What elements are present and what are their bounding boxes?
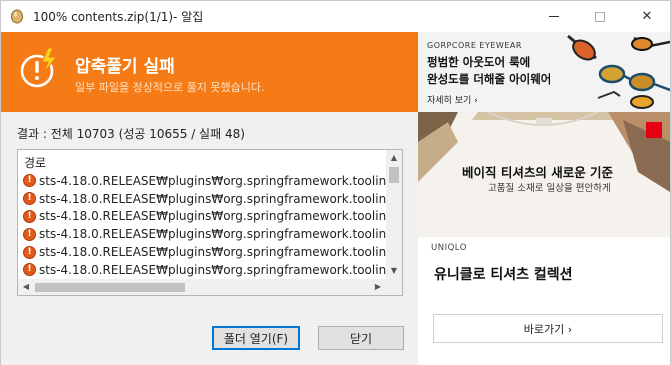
header-title: 압축풀기 실패 [75,57,175,77]
ad-go-button[interactable]: 바로가기 › [433,314,663,343]
minimize-icon [549,16,559,17]
error-icon: ! [23,174,36,188]
list-item[interactable]: ! sts-4.18.0.RELEASE₩plugins₩org.springf… [18,261,388,279]
error-icon: ! [23,192,36,206]
result-panel: 결과 : 전체 10703 (성공 10655 / 실패 48) 경로 ! st… [1,112,418,365]
ad-more-link[interactable]: 자세히 보기 › [427,93,478,106]
error-icon: ! [23,227,36,241]
result-summary: 결과 : 전체 10703 (성공 10655 / 실패 48) [17,127,245,141]
scroll-right-icon[interactable]: ▶ [370,279,386,295]
eyewear-ad-banner[interactable]: GORPCORE EYEWEAR 펑범한 아웃도어 룩에 완성도를 더해줄 아이… [418,32,670,112]
close-icon: ✕ [641,9,653,24]
scroll-down-icon[interactable]: ▼ [386,263,402,279]
ad-brand: GORPCORE EYEWEAR [427,41,522,50]
list-item[interactable]: ! sts-4.18.0.RELEASE₩plugins₩org.springf… [18,190,388,208]
file-path: sts-4.18.0.RELEASE₩plugins₩org.springfra… [39,173,388,188]
maximize-icon [595,11,605,22]
window-title: 100% contents.zip(1/1)- 알집 [33,10,204,24]
ad-panel[interactable]: GORPCORE EYEWEAR 펑범한 아웃도어 룩에 완성도를 더해줄 아이… [418,32,670,365]
ad-photo-subtitle: 고품질 소재로 일상을 편안하게 [488,183,611,194]
header-subtitle: 일부 파일을 정상적으로 풀지 못했습니다. [75,81,265,94]
ad-headline-1: 펑범한 아웃도어 룩에 [427,55,531,69]
minimize-button[interactable] [531,1,577,32]
horizontal-scrollbar[interactable]: ◀ ▶ [18,279,402,295]
open-folder-button[interactable]: 폴더 열기(F) [212,326,300,350]
file-path: sts-4.18.0.RELEASE₩plugins₩org.springfra… [39,262,388,277]
alzip-app-icon [11,9,23,24]
file-path: sts-4.18.0.RELEASE₩plugins₩org.springfra… [39,209,388,224]
list-item[interactable]: ! sts-4.18.0.RELEASE₩plugins₩org.springf… [18,172,388,190]
list-rows: ! sts-4.18.0.RELEASE₩plugins₩org.springf… [18,172,388,279]
scroll-left-icon[interactable]: ◀ [18,279,34,295]
failed-files-list[interactable]: 경로 ! sts-4.18.0.RELEASE₩plugins₩org.spri… [17,149,403,296]
scrollbar-corner [386,279,402,295]
maximize-button[interactable] [577,1,623,32]
ad-collection-title: 유니클로 티셔츠 컬렉션 [434,267,573,283]
tshirt-ad-image[interactable]: 베이직 티셔츠의 새로운 기준 고품질 소재로 일상을 편안하게 [418,112,670,237]
close-window-button[interactable]: ✕ [624,1,670,32]
alzip-result-window: 100% contents.zip(1/1)- 알집 ✕ 압축풀기 실패 일부 … [0,0,671,365]
error-lightning-icon [20,47,57,88]
error-icon: ! [23,209,36,223]
list-item[interactable]: ! sts-4.18.0.RELEASE₩plugins₩org.springf… [18,225,388,243]
vertical-scroll-thumb[interactable] [389,167,399,183]
file-path: sts-4.18.0.RELEASE₩plugins₩org.springfra… [39,245,388,260]
list-item[interactable]: ! sts-4.18.0.RELEASE₩plugins₩org.springf… [18,243,388,261]
column-header-path[interactable]: 경로 [24,154,46,171]
ad-brand-label: UNIQLO [431,243,467,253]
error-icon: ! [23,263,36,277]
file-path: sts-4.18.0.RELEASE₩plugins₩org.springfra… [39,227,388,242]
scroll-up-icon[interactable]: ▲ [386,150,402,166]
list-item[interactable]: ! sts-4.18.0.RELEASE₩plugins₩org.springf… [18,208,388,226]
horizontal-scroll-thumb[interactable] [35,283,185,292]
error-icon: ! [23,245,36,259]
ad-photo-title: 베이직 티셔츠의 새로운 기준 [462,165,614,180]
sunglasses-image [550,32,670,112]
ad-headline-2: 완성도를 더해줄 아이웨어 [427,72,552,86]
close-button[interactable]: 닫기 [318,326,404,350]
file-path: sts-4.18.0.RELEASE₩plugins₩org.springfra… [39,191,388,206]
title-bar: 100% contents.zip(1/1)- 알집 ✕ [1,1,670,32]
status-header: 압축풀기 실패 일부 파일을 정상적으로 풀지 못했습니다. [1,32,418,112]
vertical-scrollbar[interactable]: ▲ ▼ [386,150,402,279]
